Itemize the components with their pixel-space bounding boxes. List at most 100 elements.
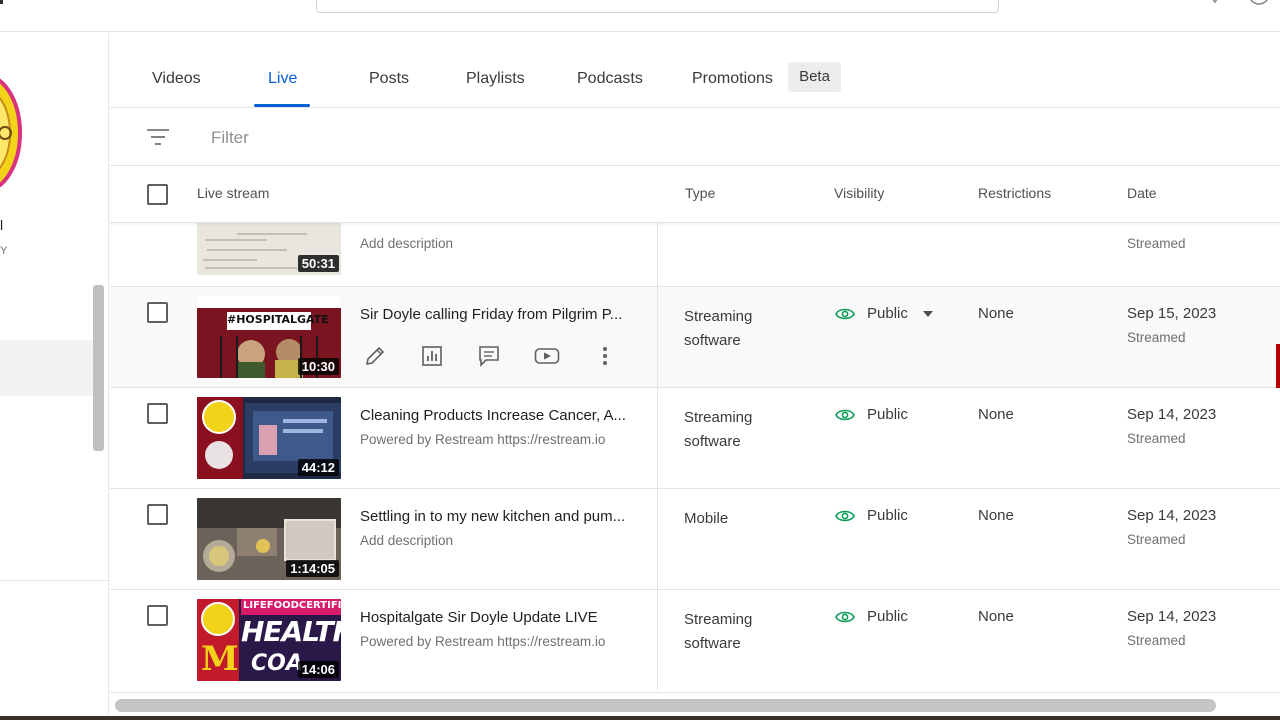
video-duration: 1:14:05 (286, 560, 339, 577)
more-vert-icon[interactable] (592, 343, 618, 369)
table-row[interactable]: 44:12 Cleaning Products Increase Cancer,… (110, 388, 1280, 489)
visibility-control[interactable]: Public (835, 406, 908, 423)
tab-playlists[interactable]: Playlists (466, 70, 525, 88)
thumbnail-caption-top: LIFEFOODCERTIFIED (243, 600, 341, 611)
content-tabs: Videos Live Posts Playlists Podcasts Pro… (110, 33, 1280, 108)
filter-icon[interactable] (147, 127, 169, 147)
top-bar (0, 0, 1280, 32)
column-restrictions[interactable]: Restrictions (978, 185, 1051, 201)
menu-icon[interactable] (0, 0, 3, 4)
visibility-control[interactable]: Public (835, 305, 946, 322)
row-checkbox[interactable] (147, 605, 168, 626)
video-description[interactable]: Powered by Restream https://restream.io (360, 634, 605, 649)
video-duration: 50:31 (297, 255, 339, 272)
video-thumbnail[interactable]: 44:12 (197, 397, 341, 479)
thumbnail-letter: M (201, 639, 239, 679)
tab-live[interactable]: Live (268, 70, 297, 88)
column-divider (657, 388, 658, 488)
table-body: 50:31 Add description Streamed #HOSPITAL… (110, 223, 1280, 690)
search-box[interactable] (316, 0, 999, 13)
tab-promotions[interactable]: Promotions (692, 70, 773, 88)
date-value: Sep 14, 2023 (1127, 608, 1217, 625)
column-divider (657, 287, 658, 387)
video-title[interactable]: Hospitalgate Sir Doyle Update LIVE (360, 609, 632, 626)
horizontal-scrollbar-thumb[interactable] (115, 699, 1216, 712)
video-type: Streaming software (684, 409, 753, 450)
row-checkbox[interactable] (147, 302, 168, 323)
beta-badge: Beta (788, 62, 841, 92)
thumbnail-caption-main: HEALTH (241, 615, 341, 648)
comments-icon[interactable] (476, 343, 502, 369)
thumbnail-caption-bottom: COA (251, 651, 303, 676)
filter-input[interactable] (211, 128, 511, 148)
column-date[interactable]: Date (1127, 185, 1157, 201)
column-visibility[interactable]: Visibility (834, 185, 884, 201)
visibility-control[interactable]: Public (835, 507, 908, 524)
date-status: Streamed (1127, 633, 1186, 648)
video-duration: 14:06 (297, 661, 339, 678)
table-row[interactable]: #HOSPITALGATE 10:30 Sir Doyle calling Fr… (110, 287, 1280, 388)
analytics-icon[interactable] (419, 343, 445, 369)
pencil-icon[interactable] (362, 343, 388, 369)
caret-down-icon[interactable] (922, 310, 934, 318)
youtube-icon[interactable] (534, 343, 560, 369)
table-row[interactable]: 50:31 Add description Streamed (110, 223, 1280, 287)
video-thumbnail[interactable]: LIFEFOODCERTIFIED HEALTH COA M 14:06 (197, 599, 341, 681)
table-header: Live stream Type Visibility Restrictions… (110, 166, 1280, 223)
tab-videos[interactable]: Videos (152, 70, 201, 88)
bottom-strip (0, 716, 1280, 720)
thumbnail-caption: #HOSPITALGATE (227, 313, 329, 326)
eye-icon (835, 409, 855, 420)
video-thumbnail[interactable]: 1:14:05 (197, 498, 341, 580)
row-checkbox[interactable] (147, 403, 168, 424)
visibility-value: Public (867, 406, 908, 423)
visibility-value: Public (867, 305, 908, 322)
table-row[interactable]: 1:14:05 Settling in to my new kitchen an… (110, 489, 1280, 590)
left-sidebar: l Y (0, 33, 109, 720)
column-divider (657, 489, 658, 589)
video-thumbnail[interactable]: 50:31 (197, 223, 341, 275)
video-title[interactable]: Sir Doyle calling Friday from Pilgrim P.… (360, 306, 632, 323)
video-title[interactable]: Cleaning Products Increase Cancer, A... (360, 407, 632, 424)
column-divider (657, 590, 658, 690)
channel-subtitle: Y (0, 245, 8, 257)
tab-podcasts[interactable]: Podcasts (577, 70, 643, 88)
date-status: Streamed (1127, 431, 1186, 446)
video-thumbnail[interactable]: #HOSPITALGATE 10:30 (197, 296, 341, 378)
row-checkbox[interactable] (147, 504, 168, 525)
column-divider (657, 223, 658, 286)
column-live-stream[interactable]: Live stream (197, 185, 269, 201)
date-value: Sep 14, 2023 (1127, 406, 1217, 423)
video-description[interactable]: Add description (360, 236, 453, 251)
sidebar-item-content[interactable] (0, 340, 96, 396)
row-actions (360, 343, 620, 369)
eye-icon (835, 611, 855, 622)
visibility-value: Public (867, 608, 908, 625)
table-row[interactable]: LIFEFOODCERTIFIED HEALTH COA M 14:06 Hos… (110, 590, 1280, 690)
channel-name: l (0, 217, 4, 233)
restrictions-value: None (978, 305, 1014, 322)
video-type: Streaming software (684, 308, 753, 349)
column-type[interactable]: Type (685, 185, 715, 201)
date-status: Streamed (1127, 236, 1186, 251)
edge-marker (1276, 344, 1280, 388)
visibility-control[interactable]: Public (835, 608, 908, 625)
create-icon[interactable] (1207, 0, 1223, 4)
channel-avatar[interactable] (0, 73, 23, 207)
select-all-checkbox[interactable] (147, 184, 168, 205)
video-description[interactable]: Add description (360, 533, 453, 548)
eye-icon (835, 308, 855, 319)
video-description[interactable]: Powered by Restream https://restream.io (360, 432, 605, 447)
active-tab-indicator (254, 104, 310, 107)
date-status: Streamed (1127, 532, 1186, 547)
visibility-value: Public (867, 507, 908, 524)
video-duration: 10:30 (297, 358, 339, 375)
date-value: Sep 14, 2023 (1127, 507, 1217, 524)
video-duration: 44:12 (297, 459, 339, 476)
restrictions-value: None (978, 406, 1014, 423)
video-title[interactable]: Settling in to my new kitchen and pum... (360, 508, 632, 525)
tab-posts[interactable]: Posts (369, 70, 409, 88)
video-type: Streaming software (684, 611, 753, 652)
sidebar-scrollbar[interactable] (93, 285, 104, 451)
help-icon[interactable] (1248, 0, 1270, 6)
